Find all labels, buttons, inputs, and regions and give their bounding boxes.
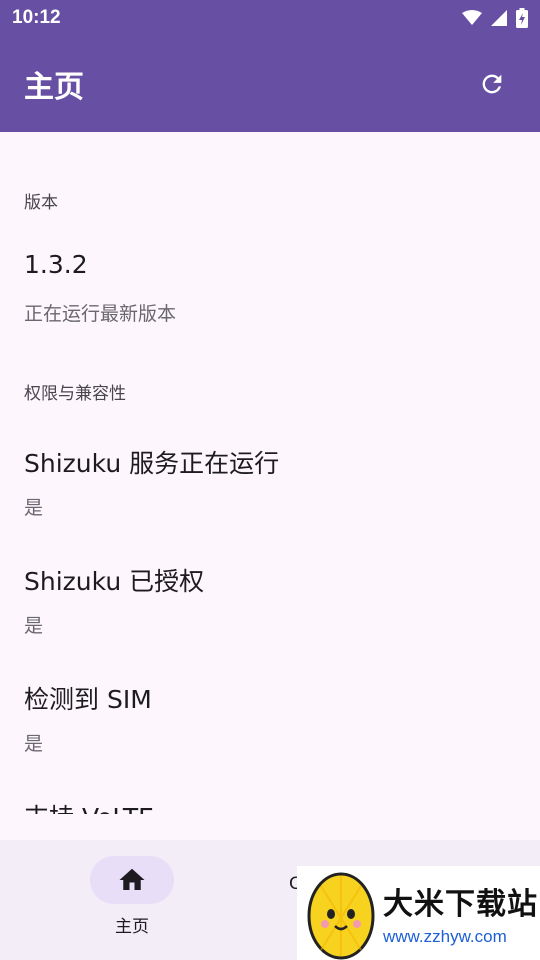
home-content[interactable]: 版本 1.3.2 正在运行最新版本 权限与兼容性 Shizuku 服务正在运行 …: [0, 132, 540, 814]
item-volte-title: 支持 VoLTE: [24, 798, 154, 814]
item-shizuku-running-title: Shizuku 服务正在运行: [24, 449, 280, 478]
item-sim-detected-title: 检测到 SIM: [24, 685, 152, 714]
wifi-icon: [462, 10, 482, 25]
nav-label-home: 主页: [115, 917, 149, 937]
page-title: 主页: [24, 70, 84, 105]
section-header-compat: 权限与兼容性: [24, 384, 126, 404]
item-sim-detected-value: 是: [24, 733, 44, 755]
nav-item-home[interactable]: 主页: [90, 856, 174, 937]
section-header-version: 版本: [24, 193, 58, 213]
signal-icon: [491, 10, 507, 26]
status-icons: [462, 8, 528, 28]
version-status: 正在运行最新版本: [24, 303, 177, 325]
status-time: 10:12: [12, 7, 61, 28]
watermark-title: 大米下载站: [383, 887, 538, 922]
item-shizuku-authorized-value: 是: [24, 615, 44, 637]
item-shizuku-running-value: 是: [24, 497, 44, 519]
home-icon: [119, 868, 145, 890]
mascot-logo: [307, 872, 375, 960]
refresh-icon: [482, 74, 502, 94]
watermark-url: www.zzhyw.com: [383, 927, 507, 946]
watermark: 大米下载站 www.zzhyw.com: [297, 866, 540, 960]
status-bar: 10:12: [0, 0, 540, 36]
nav-indicator: [90, 856, 174, 904]
version-number: 1.3.2: [24, 250, 88, 279]
item-shizuku-authorized-title: Shizuku 已授权: [24, 567, 205, 596]
battery-charging-icon: [516, 8, 528, 28]
app-bar: 主页: [0, 36, 540, 132]
refresh-button[interactable]: [470, 62, 514, 106]
